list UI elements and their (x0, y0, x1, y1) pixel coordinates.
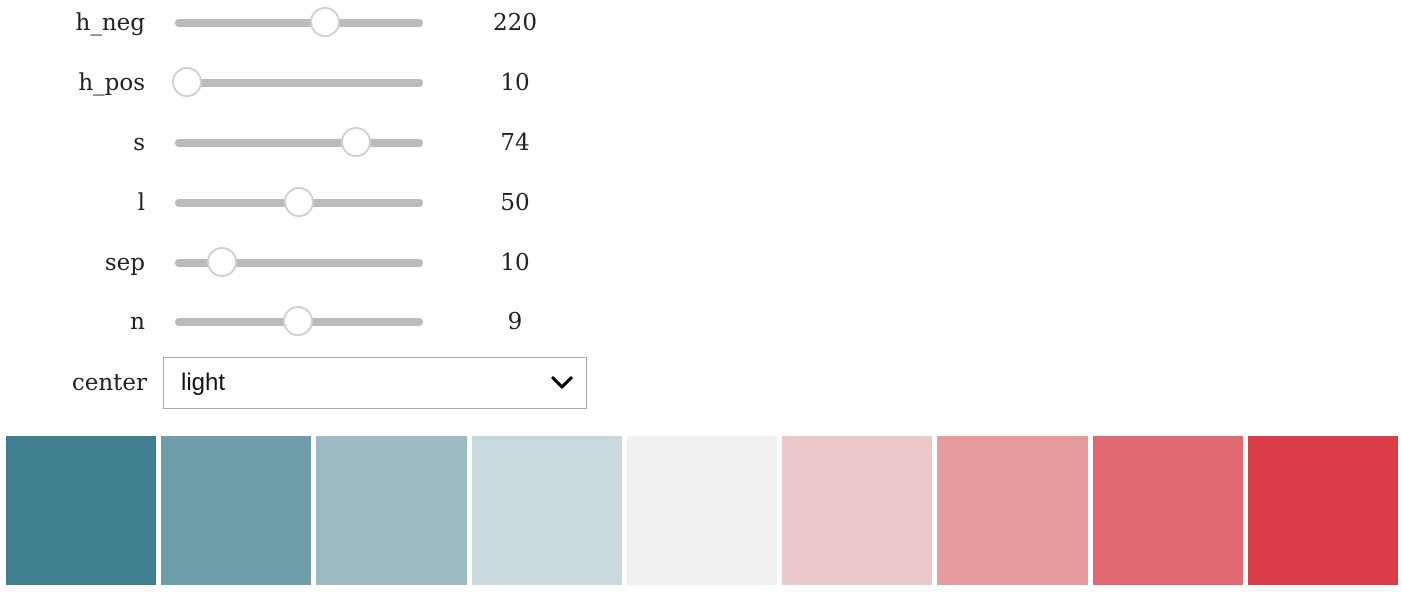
chevron-down-icon (551, 376, 573, 389)
center-select[interactable]: light (163, 357, 587, 409)
slider-track-h-pos[interactable] (175, 79, 423, 87)
slider-thumb-s[interactable] (341, 127, 372, 157)
color-swatch (6, 436, 157, 585)
color-swatch (782, 436, 933, 585)
slider-label-h-neg: h_neg (75, 10, 145, 36)
slider-value-h-neg: 220 (493, 10, 537, 36)
slider-label-s: s (133, 130, 145, 156)
slider-row-n: n 9 (0, 302, 600, 342)
slider-row-s: s 74 (0, 123, 600, 163)
slider-label-sep: sep (104, 250, 145, 276)
slider-track-h-neg[interactable] (175, 19, 423, 27)
slider-row-l: l 50 (0, 183, 600, 223)
slider-thumb-n[interactable] (283, 306, 313, 336)
slider-row-h-pos: h_pos 10 (0, 63, 600, 103)
slider-value-n: 9 (507, 309, 523, 335)
slider-value-h-pos: 10 (500, 70, 530, 96)
color-swatch (1092, 436, 1243, 585)
center-select-value: light (181, 369, 226, 396)
slider-thumb-sep[interactable] (207, 247, 238, 277)
color-swatch (1247, 436, 1398, 585)
palette-strip (6, 436, 1398, 586)
slider-row-sep: sep 10 (0, 243, 600, 283)
slider-value-s: 74 (500, 130, 530, 156)
color-swatch (316, 436, 467, 585)
color-swatch (626, 436, 778, 585)
slider-thumb-h-neg[interactable] (309, 7, 340, 37)
slider-row-h-neg: h_neg 220 (0, 3, 600, 43)
color-swatch (937, 436, 1088, 585)
color-swatch (161, 436, 312, 585)
slider-thumb-l[interactable] (284, 187, 315, 217)
slider-value-sep: 10 (500, 250, 530, 276)
slider-value-l: 50 (500, 190, 530, 216)
slider-track-s[interactable] (175, 139, 423, 147)
slider-thumb-h-pos[interactable] (171, 67, 202, 97)
slider-label-n: n (130, 309, 145, 335)
color-swatch (471, 436, 622, 585)
slider-label-h-pos: h_pos (78, 70, 145, 96)
slider-label-l: l (137, 190, 145, 216)
center-label: center (71, 370, 147, 396)
